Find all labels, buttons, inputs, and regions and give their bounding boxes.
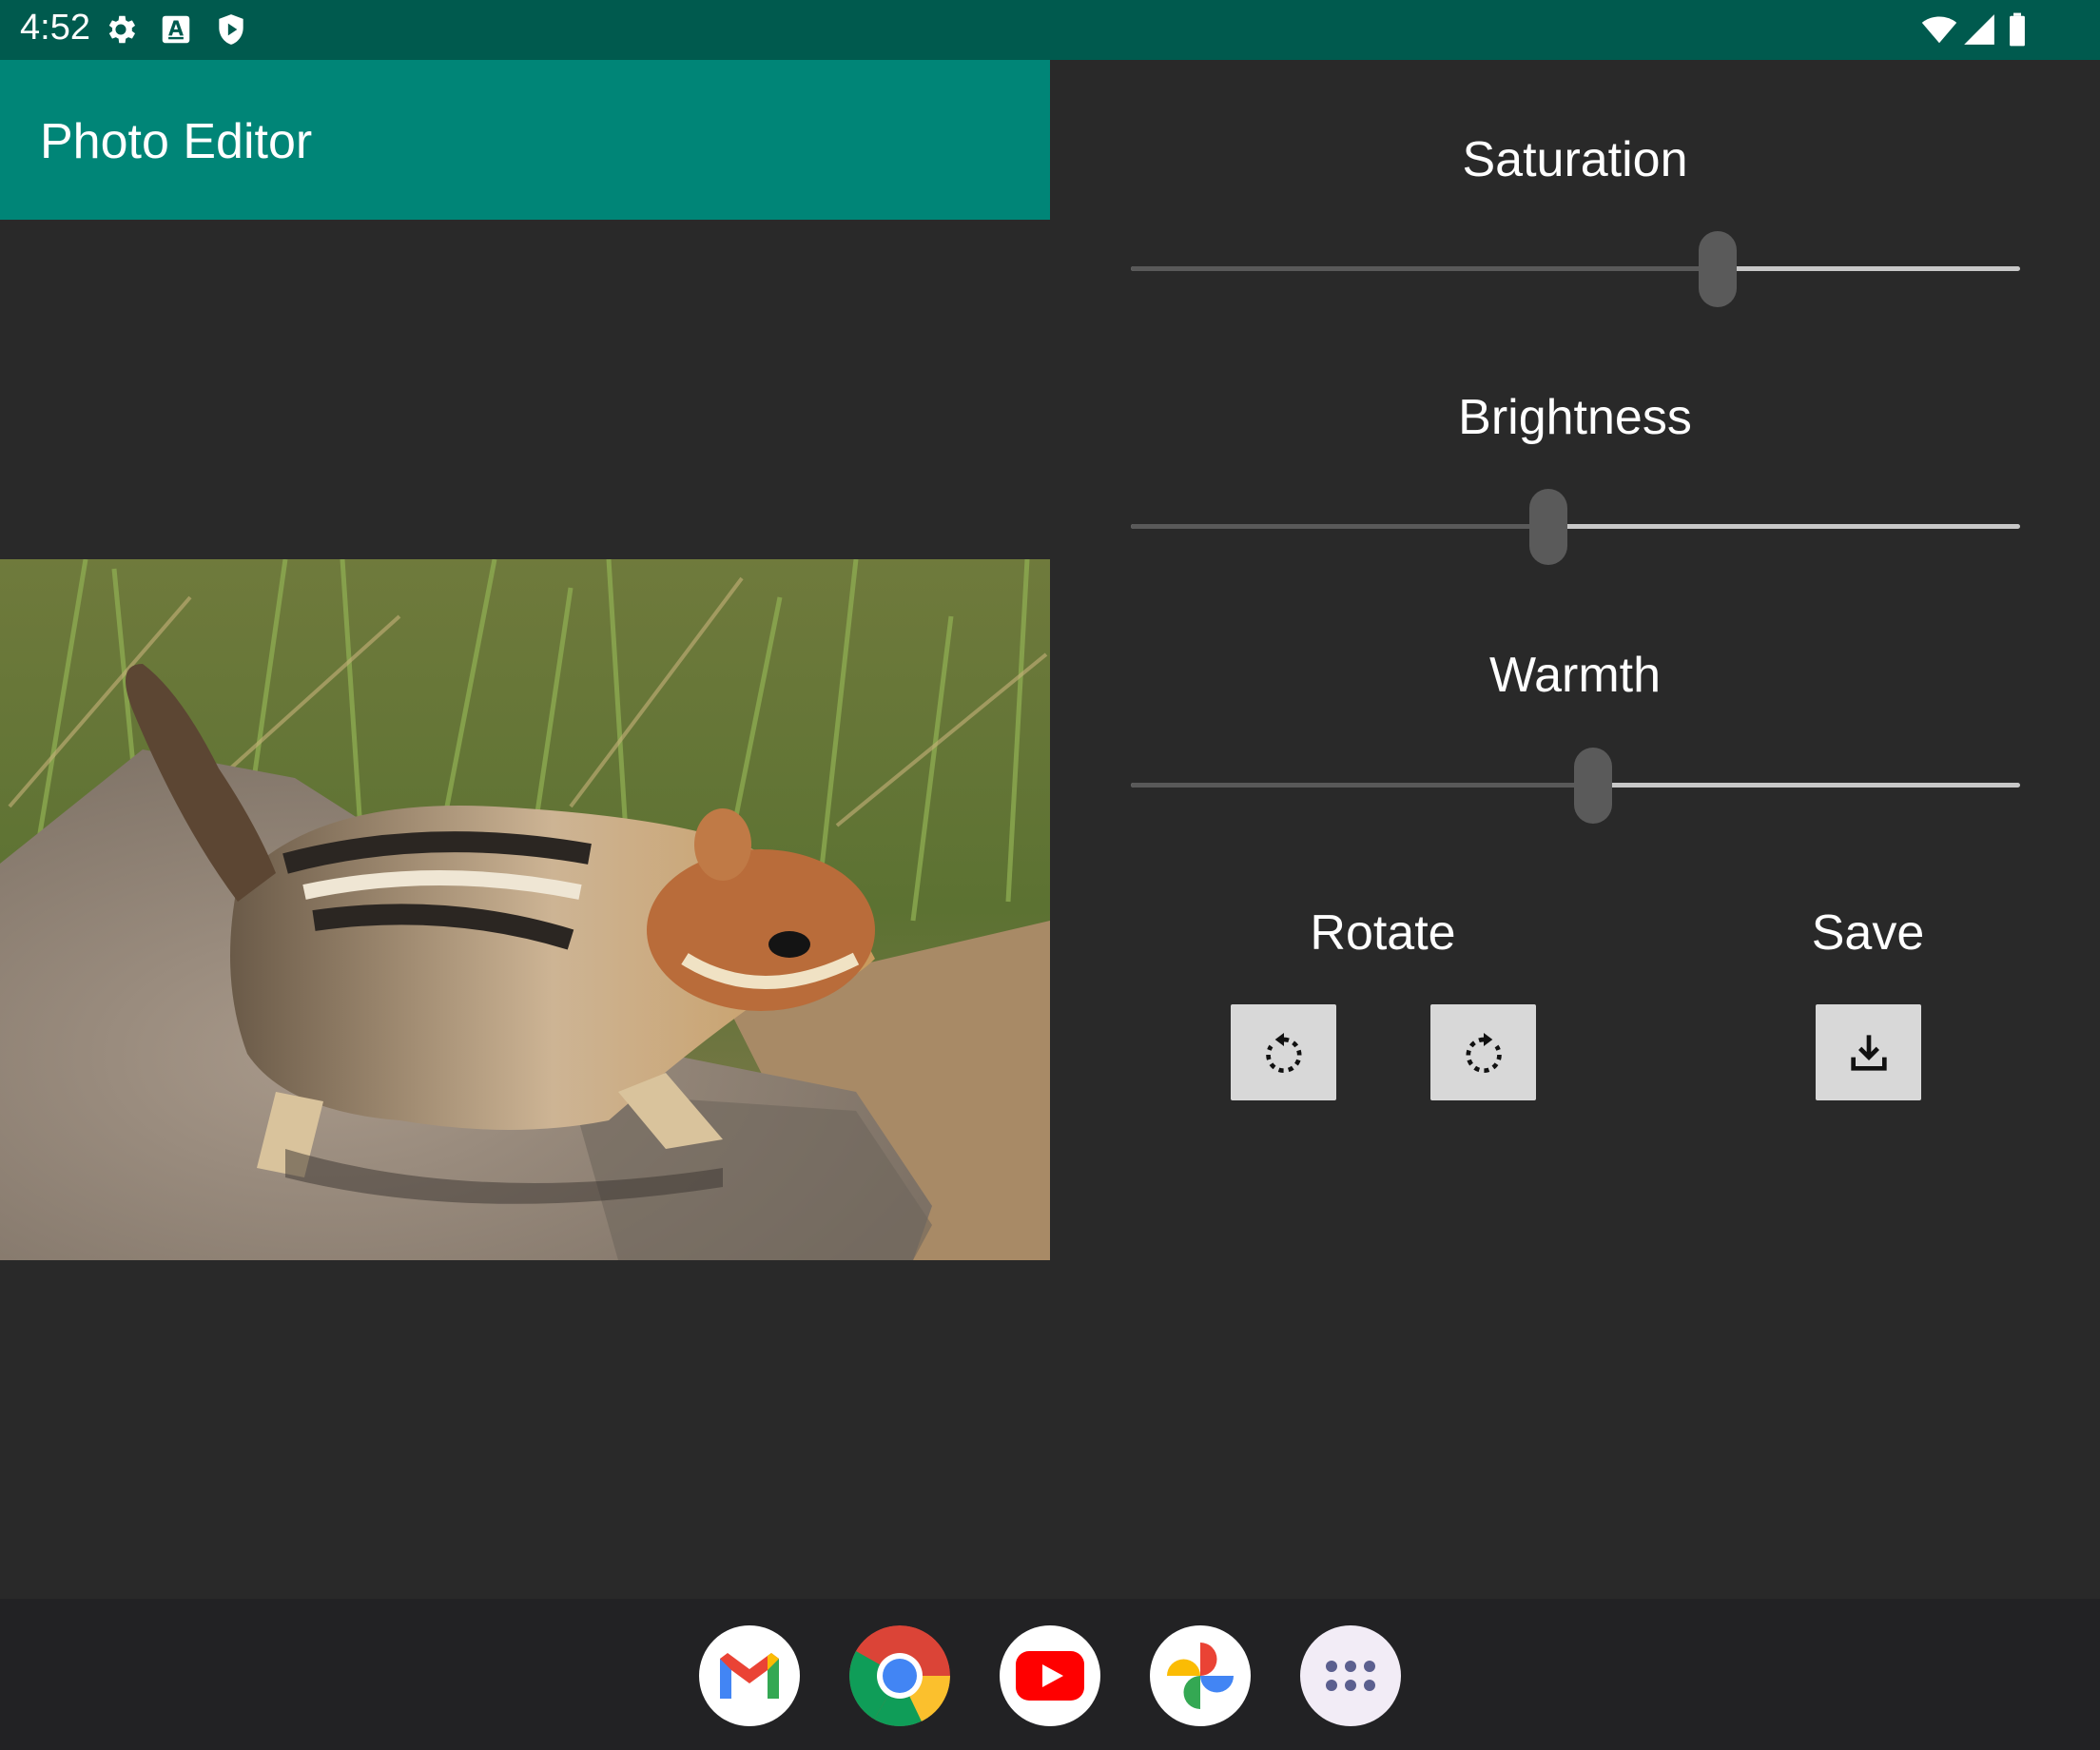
chrome-icon[interactable]: [849, 1625, 950, 1726]
download-icon: [1850, 1034, 1887, 1071]
brightness-slider-thumb[interactable]: [1529, 489, 1568, 565]
saturation-label: Saturation: [1462, 132, 1688, 187]
shield-icon: [213, 11, 249, 48]
rotate-left-icon: [1265, 1032, 1301, 1073]
brightness-slider[interactable]: [1131, 489, 2020, 565]
saturation-slider-thumb[interactable]: [1699, 231, 1738, 307]
warmth-slider[interactable]: [1131, 748, 2020, 824]
gmail-icon[interactable]: [699, 1625, 800, 1726]
warmth-track-active: [1131, 783, 1594, 788]
status-time: 4:52: [20, 8, 90, 48]
chipmunk-photo: [0, 559, 1050, 1260]
saturation-slider[interactable]: [1131, 231, 2020, 307]
photos-icon[interactable]: [1150, 1625, 1251, 1726]
app-bar: Photo Editor: [0, 60, 1050, 220]
warmth-label: Warmth: [1488, 648, 1662, 703]
settings-icon: [103, 11, 139, 48]
rotate-right-button[interactable]: [1430, 1004, 1536, 1100]
save-label: Save: [1811, 905, 1925, 961]
rotate-right-icon: [1466, 1032, 1502, 1073]
battery-icon: [2001, 11, 2033, 48]
warmth-slider-thumb[interactable]: [1574, 748, 1613, 824]
status-bar: 4:52: [0, 0, 2100, 60]
brightness-track-active: [1131, 524, 1549, 529]
keyboard-a-icon: [158, 11, 194, 48]
rotate-left-button[interactable]: [1231, 1004, 1336, 1100]
signal-icon: [1961, 11, 1997, 48]
brightness-label: Brightness: [1458, 390, 1692, 445]
youtube-icon[interactable]: [1000, 1625, 1100, 1726]
app-drawer-icon[interactable]: [1300, 1625, 1401, 1726]
save-button[interactable]: [1816, 1004, 1921, 1100]
app-title: Photo Editor: [40, 114, 313, 169]
saturation-track-active: [1131, 266, 1719, 271]
wifi-icon: [1919, 11, 1959, 48]
